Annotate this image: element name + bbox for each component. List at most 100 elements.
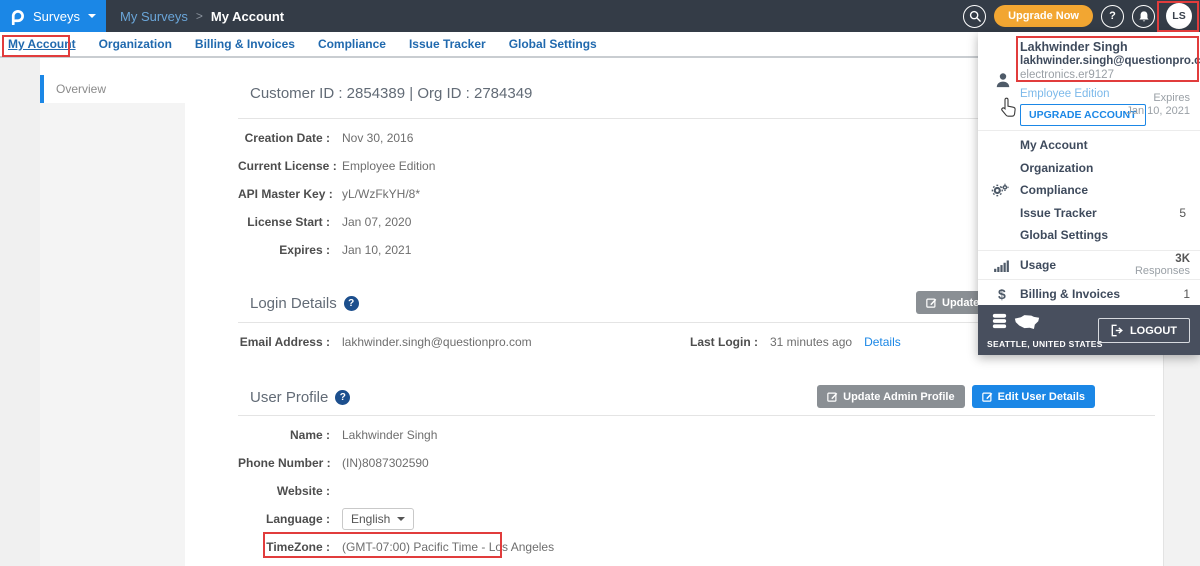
search-icon <box>969 10 981 22</box>
tab-billing-invoices[interactable]: Billing & Invoices <box>195 37 295 51</box>
last-login-value: 31 minutes ago <box>770 335 852 349</box>
email-address-value: lakhwinder.singh@questionpro.com <box>342 335 532 349</box>
tab-issue-tracker[interactable]: Issue Tracker <box>409 37 486 51</box>
breadcrumb-current-page: My Account <box>211 9 284 24</box>
dollar-icon: $ <box>998 286 1006 302</box>
user-avatar[interactable]: LS <box>1166 3 1192 29</box>
menu-item-organization[interactable]: Organization <box>978 157 1200 180</box>
field-label: Current License : <box>238 159 330 173</box>
notifications-button[interactable] <box>1132 5 1155 28</box>
tab-organization[interactable]: Organization <box>99 37 172 51</box>
field-label: Name : <box>238 428 330 442</box>
usage-stats: 3K Responses <box>1135 253 1190 277</box>
user-profile-help-icon[interactable]: ? <box>335 390 350 405</box>
menu-item-label: Global Settings <box>1020 228 1108 242</box>
questionpro-app: Surveys My Surveys > My Account Upgrade … <box>0 0 1200 566</box>
datacenter-location: SEATTLE, UNITED STATES <box>987 339 1103 349</box>
login-details-title: Login Details <box>250 295 337 312</box>
dropdown-user-block: Lakhwinder Singh lakhwinder.singh@questi… <box>978 32 1200 126</box>
edit-icon <box>926 297 937 308</box>
field-value: yL/WzFkYH/8* <box>342 187 420 201</box>
field-value: Nov 30, 2016 <box>342 131 413 145</box>
field-label: Email Address : <box>238 335 330 349</box>
usage-value: 3K <box>1135 253 1190 265</box>
bell-icon <box>1138 10 1150 23</box>
gears-icon <box>991 183 1009 201</box>
field-label: API Master Key : <box>238 187 330 201</box>
breadcrumb-my-surveys[interactable]: My Surveys <box>120 9 188 24</box>
edit-icon <box>982 391 993 402</box>
top-bar: Surveys My Surveys > My Account Upgrade … <box>0 0 1200 32</box>
tab-my-account[interactable]: My Account <box>8 37 76 51</box>
dropdown-menu: My Account Organization Compliance Issue… <box>978 130 1200 250</box>
field-row-website: Website : <box>238 477 1155 505</box>
tab-compliance[interactable]: Compliance <box>318 37 386 51</box>
timezone-value: (GMT-07:00) Pacific Time - Los Angeles <box>342 540 554 554</box>
usage-label: Usage <box>1020 258 1056 272</box>
product-switcher[interactable]: Surveys <box>0 0 106 32</box>
person-icon <box>995 72 1011 94</box>
usage-unit: Responses <box>1135 265 1190 277</box>
field-label: Language : <box>238 512 330 526</box>
language-value: English <box>351 512 390 526</box>
login-details-link[interactable]: Details <box>864 335 901 349</box>
field-row-language: Language : English <box>238 505 1155 533</box>
menu-item-compliance[interactable]: Compliance <box>978 179 1200 202</box>
update-admin-profile-label: Update Admin Profile <box>843 391 954 403</box>
tab-global-settings[interactable]: Global Settings <box>509 37 597 51</box>
field-label: Website : <box>238 484 330 498</box>
sidebar-body <box>40 103 185 566</box>
issue-tracker-count: 5 <box>1179 206 1186 220</box>
field-value: Jan 07, 2020 <box>342 215 411 229</box>
menu-item-global-settings[interactable]: Global Settings <box>978 224 1200 247</box>
questionpro-logo-icon <box>9 8 26 25</box>
menu-item-label: Issue Tracker <box>1020 206 1097 220</box>
menu-item-label: Organization <box>1020 161 1093 175</box>
logout-icon <box>1111 324 1124 337</box>
field-value: (IN)8087302590 <box>342 456 429 470</box>
field-label: Creation Date : <box>238 131 330 145</box>
dropdown-expires: Expires Jan 10, 2021 <box>1126 92 1190 118</box>
dropdown-user-email: lakhwinder.singh@questionpro.com <box>1020 54 1188 68</box>
us-map-icon <box>1014 314 1040 336</box>
chevron-down-icon <box>88 14 96 18</box>
user-profile-title: User Profile <box>250 389 328 406</box>
field-row-timezone: TimeZone : (GMT-07:00) Pacific Time - Lo… <box>238 533 1155 561</box>
user-dropdown-panel: Lakhwinder Singh lakhwinder.singh@questi… <box>978 32 1200 355</box>
section-divider <box>238 415 1155 416</box>
breadcrumb: My Surveys > My Account <box>120 9 284 24</box>
chevron-down-icon <box>397 517 405 521</box>
breadcrumb-separator: > <box>196 9 203 23</box>
field-value: Lakhwinder Singh <box>342 428 437 442</box>
dropdown-org-id: electronics.er9127 <box>1020 68 1188 82</box>
menu-item-my-account[interactable]: My Account <box>978 134 1200 157</box>
update-admin-profile-button[interactable]: Update Admin Profile <box>817 385 964 408</box>
field-row-phone-number: Phone Number : (IN)8087302590 <box>238 449 1155 477</box>
last-login-block: Last Login : 31 minutes ago Details <box>690 328 901 356</box>
login-details-help-icon[interactable]: ? <box>344 296 359 311</box>
menu-item-label: My Account <box>1020 138 1088 152</box>
menu-item-usage[interactable]: Usage 3K Responses <box>978 250 1200 279</box>
menu-item-issue-tracker[interactable]: Issue Tracker 5 <box>978 202 1200 225</box>
field-value: Employee Edition <box>342 159 435 173</box>
field-label: Expires : <box>238 243 330 257</box>
upgrade-now-button[interactable]: Upgrade Now <box>994 5 1093 27</box>
logout-button[interactable]: LOGOUT <box>1098 318 1190 343</box>
menu-item-billing-invoices[interactable]: $ Billing & Invoices 1 <box>978 279 1200 308</box>
left-gutter <box>0 58 40 566</box>
search-button[interactable] <box>963 5 986 28</box>
language-dropdown[interactable]: English <box>342 508 414 530</box>
sidebar-item-overview[interactable]: Overview <box>40 75 185 103</box>
edit-user-details-label: Edit User Details <box>998 391 1085 403</box>
field-label: Phone Number : <box>238 456 330 470</box>
edit-icon <box>827 391 838 402</box>
billing-count: 1 <box>1183 287 1190 301</box>
hand-cursor-icon <box>1000 96 1018 123</box>
dropdown-footer: SEATTLE, UNITED STATES LOGOUT <box>978 305 1200 355</box>
dropdown-user-name: Lakhwinder Singh <box>1020 40 1188 54</box>
menu-item-label: Compliance <box>1020 183 1088 197</box>
help-button[interactable]: ? <box>1101 5 1124 28</box>
billing-label: Billing & Invoices <box>1020 287 1120 301</box>
edit-user-details-button[interactable]: Edit User Details <box>972 385 1095 408</box>
sidebar-item-label: Overview <box>56 82 106 96</box>
